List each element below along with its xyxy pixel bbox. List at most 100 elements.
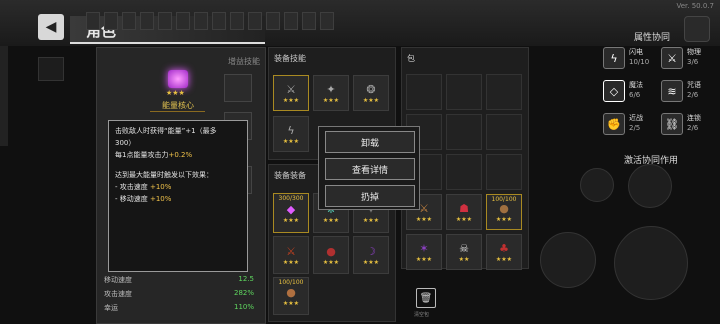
- bag-slot[interactable]: [406, 74, 442, 110]
- sword-item-icon: ⚔: [286, 244, 296, 258]
- menu-icon[interactable]: [38, 57, 64, 81]
- top-slot: [266, 12, 280, 30]
- top-slot: [104, 12, 118, 30]
- bag-slot[interactable]: ☠ ★★: [446, 234, 482, 270]
- gear-slot[interactable]: ⚔ ★★★: [273, 236, 309, 274]
- curse-icon: ≋: [661, 80, 683, 102]
- skill-slot[interactable]: ❂ ★★★: [353, 75, 389, 111]
- core-name: 能量核心: [162, 101, 194, 110]
- top-slot: [122, 12, 136, 30]
- top-slot: [284, 12, 298, 30]
- version-label: Ver. 50.0.7: [676, 2, 714, 10]
- top-slot: [86, 12, 100, 30]
- tooltip-line: 300）: [115, 139, 136, 147]
- bag-slot[interactable]: ♣ ★★★: [486, 234, 522, 270]
- energy-core-icon[interactable]: [168, 70, 188, 88]
- chain-icon: ⛓: [661, 113, 683, 135]
- trash-icon[interactable]: 🗑: [416, 288, 436, 308]
- skill-slot[interactable]: ⚔ ★★★: [273, 75, 309, 111]
- tooltip-line: - 攻击速度 +10%: [115, 183, 172, 191]
- stat-row: 幸运 110%: [104, 303, 254, 312]
- bow-icon: ☽: [366, 244, 376, 258]
- action-button[interactable]: [540, 232, 596, 288]
- sword-icon: ⚔: [661, 47, 683, 69]
- top-slot: [302, 12, 316, 30]
- stat-row: 攻击速度 282%: [104, 289, 254, 298]
- view-details-button[interactable]: 查看详情: [325, 158, 415, 180]
- pause-button[interactable]: [684, 16, 710, 42]
- claw-icon: ✶: [419, 241, 429, 255]
- back-arrow-icon: ◀: [45, 19, 57, 35]
- discard-button[interactable]: 扔掉: [325, 185, 415, 207]
- bag-slot[interactable]: ☗ ★★★: [446, 194, 482, 230]
- core-stars: ★★★: [166, 89, 185, 97]
- item-tooltip: 击败敌人时获得“能量”+1（最多 300） 每1点能量攻击力+0.2% 达到最大…: [108, 120, 248, 272]
- synergy-item[interactable]: ✊ 近战 2/5: [603, 113, 661, 137]
- gear-slot[interactable]: 300/300 ◆ ★★★: [273, 193, 309, 233]
- top-slot: [194, 12, 208, 30]
- top-slot: [320, 12, 334, 30]
- synergy-item[interactable]: ≋ 咒语 2/6: [661, 80, 719, 104]
- bag-slot[interactable]: ✶ ★★★: [406, 234, 442, 270]
- synergy-item[interactable]: ◇ 魔法 6/6: [603, 80, 661, 104]
- bag-slot[interactable]: [446, 74, 482, 110]
- top-slot: [158, 12, 172, 30]
- top-slot: [248, 12, 262, 30]
- egg-icon: ●: [326, 244, 336, 258]
- bag-slot[interactable]: [486, 114, 522, 150]
- synergy-title: 属性协同: [634, 33, 671, 43]
- clear-bag-label: 清空包: [414, 312, 430, 318]
- tooltip-line: - 移动速度 +10%: [115, 195, 172, 203]
- stat-row: 移动速度 12.5: [104, 275, 254, 284]
- action-button[interactable]: [580, 168, 614, 202]
- item-count: 100/100: [491, 196, 517, 203]
- synergy-item[interactable]: ϟ 闪电 10/10: [603, 47, 661, 71]
- bag-label: 包: [407, 54, 415, 63]
- blade-icon: ⚔: [286, 82, 296, 96]
- unequip-button[interactable]: 卸载: [325, 131, 415, 153]
- divider: [150, 111, 205, 112]
- context-menu: 卸载 查看详情 扔掉: [318, 126, 420, 210]
- mask-icon: ☗: [459, 201, 469, 215]
- equip-skill-label: 装备技能: [274, 54, 306, 63]
- tooltip-line: 每1点能量攻击力+0.2%: [115, 151, 193, 159]
- bag-slot[interactable]: [486, 154, 522, 190]
- skill-slot[interactable]: ✦ ★★★: [313, 75, 349, 111]
- action-button[interactable]: [628, 164, 672, 208]
- bag-slot[interactable]: 100/100 ● ★★★: [486, 194, 522, 230]
- attack-button[interactable]: [614, 226, 688, 300]
- synergy-item[interactable]: ⚔ 物理 3/6: [661, 47, 719, 71]
- fist-icon: ✊: [603, 113, 625, 135]
- tooltip-line: 达到最大能量时触发以下效果：: [115, 171, 213, 179]
- acorn-icon: ●: [499, 201, 509, 215]
- diamond-icon: ◇: [603, 80, 625, 102]
- skill-slot[interactable]: ϟ ★★★: [273, 116, 309, 152]
- wing-icon: ✦: [326, 82, 336, 96]
- back-button[interactable]: ◀: [38, 14, 64, 40]
- tooltip-line: 击败敌人时获得“能量”+1（最多: [115, 127, 217, 135]
- lightning-skill-icon: ϟ: [287, 123, 295, 137]
- top-slot: [140, 12, 154, 30]
- top-slot: [176, 12, 190, 30]
- lightning-icon: ϟ: [603, 47, 625, 69]
- bag-slot[interactable]: [446, 154, 482, 190]
- top-slot: [230, 12, 244, 30]
- bag-slot[interactable]: [486, 74, 522, 110]
- synergy-item[interactable]: ⛓ 连锁 2/6: [661, 113, 719, 137]
- item-count: 100/100: [278, 279, 304, 286]
- energy-count: 300/300: [278, 195, 304, 202]
- bag-item-icon: ●: [286, 285, 296, 299]
- bonus-skill-slot[interactable]: [224, 74, 252, 102]
- top-slot: [212, 12, 226, 30]
- bag-slot[interactable]: [446, 114, 482, 150]
- gear-slot[interactable]: ● ★★★: [313, 236, 349, 274]
- equip-gear-label: 装备装备: [274, 171, 306, 180]
- spear-icon: ⚔: [419, 201, 429, 215]
- bonus-skill-label: 增益技能: [228, 57, 260, 66]
- gear-slot[interactable]: ☽ ★★★: [353, 236, 389, 274]
- left-edge-tab[interactable]: [0, 46, 8, 146]
- skull-icon: ☠: [459, 241, 469, 255]
- energy-core-icon: ◆: [286, 202, 296, 216]
- gear-slot[interactable]: 100/100 ● ★★★: [273, 277, 309, 315]
- hat-icon: ♣: [499, 241, 509, 255]
